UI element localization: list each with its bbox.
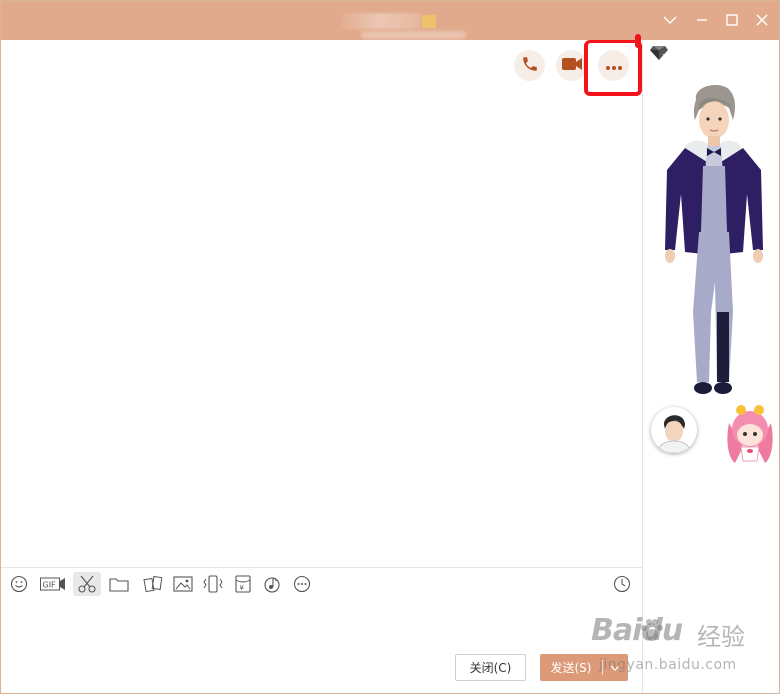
user-avatar[interactable] (651, 407, 697, 453)
diamond-vip-icon[interactable]: 1 (649, 45, 669, 65)
scissors-icon[interactable] (73, 572, 101, 596)
video-call-button[interactable] (556, 50, 587, 81)
highlight-annotation-stroke (635, 34, 641, 48)
gif-icon[interactable]: GIF (39, 572, 67, 596)
send-button-label: 发送(S) (550, 661, 592, 675)
minimize-icon[interactable] (693, 11, 711, 29)
contact-badge (422, 15, 436, 28)
avatar-show-panel: 1 (642, 40, 779, 693)
highlight-annotation (584, 40, 642, 96)
svg-text:1: 1 (662, 53, 666, 61)
avatar-figure[interactable] (663, 82, 763, 398)
music-icon[interactable] (261, 572, 283, 596)
message-area[interactable] (1, 40, 642, 567)
history-clock-icon[interactable] (611, 572, 633, 596)
chevron-down-icon[interactable] (661, 11, 679, 29)
video-camera-icon (561, 56, 583, 76)
voice-call-button[interactable] (514, 50, 545, 81)
sticker-icon[interactable] (141, 572, 165, 596)
close-button[interactable]: 关闭(C) (455, 654, 526, 681)
chat-window: 1 GIF ¥ 关闭(C) 发送(S) Baidu 经验 jingyan.bai… (0, 0, 780, 694)
title-bar[interactable] (1, 1, 779, 40)
svg-text:GIF: GIF (43, 581, 57, 590)
phone-icon (521, 55, 539, 77)
svg-text:¥: ¥ (240, 584, 245, 592)
red-packet-icon[interactable]: ¥ (231, 572, 255, 596)
more-circle-icon[interactable] (291, 572, 313, 596)
contact-name-blurred (341, 13, 421, 29)
input-toolbar: GIF ¥ (1, 567, 642, 601)
vibrate-icon[interactable] (201, 572, 225, 596)
pet-avatar[interactable] (721, 403, 779, 465)
chevron-down-icon[interactable] (603, 665, 627, 671)
maximize-icon[interactable] (723, 11, 741, 29)
contact-status-blurred (361, 31, 466, 39)
emoji-icon[interactable] (9, 572, 29, 596)
send-button[interactable]: 发送(S) (540, 654, 628, 681)
image-icon[interactable] (171, 572, 195, 596)
close-icon[interactable] (753, 11, 771, 29)
folder-icon[interactable] (107, 572, 131, 596)
